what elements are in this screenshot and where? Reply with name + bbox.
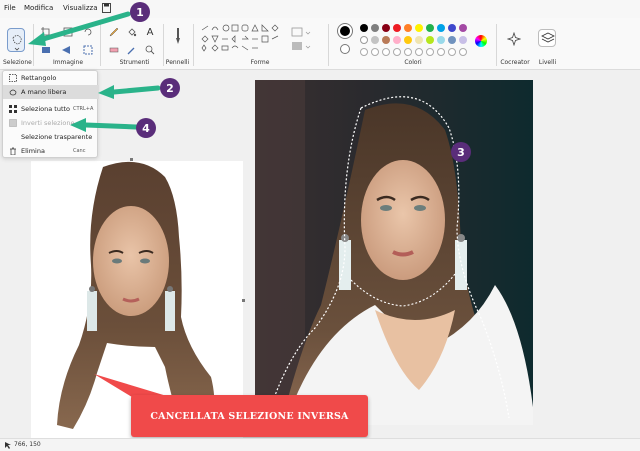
step-badge-4: 4 xyxy=(136,118,156,138)
step-badge-1: 1 xyxy=(130,2,150,22)
step-badge-3: 3 xyxy=(451,142,471,162)
step-badge-2: 2 xyxy=(160,78,180,98)
arrow-1 xyxy=(37,11,131,43)
paint-window: File Modifica Visualizza Selezione Immag… xyxy=(0,0,640,451)
cursor-coordinates: 766, 150 xyxy=(14,441,41,448)
arrow-1-head xyxy=(28,32,46,46)
status-bar: 766, 150 xyxy=(0,438,640,451)
caption-banner: CANCELLATA SELEZIONE INVERSA xyxy=(131,395,368,437)
arrow-4-head xyxy=(70,118,86,132)
cursor-icon xyxy=(4,441,12,449)
annotation-arrows xyxy=(28,11,180,408)
arrow-2-head xyxy=(98,85,114,99)
arrow-2 xyxy=(111,85,161,95)
arrow-4 xyxy=(83,122,139,130)
